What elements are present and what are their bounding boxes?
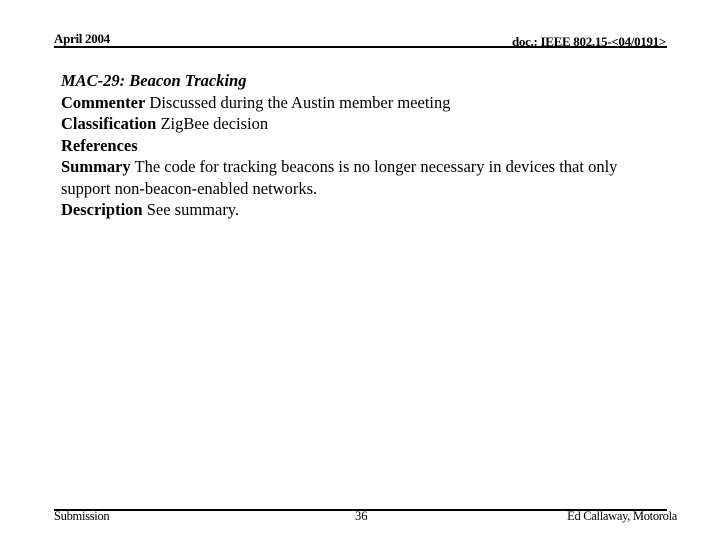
field-label: Summary (61, 157, 131, 176)
slide-body: MAC-29: Beacon Tracking Commenter Discus… (61, 70, 681, 221)
slide-title: MAC-29: Beacon Tracking (61, 71, 247, 90)
field-value: See summary. (142, 200, 240, 219)
field-classification: Classification ZigBee decision (61, 113, 681, 135)
field-label: References (61, 135, 138, 155)
header-rule (54, 46, 667, 48)
header-date: April 2004 (54, 31, 110, 46)
footer-author: Ed Callaway, Motorola (567, 509, 677, 523)
field-label: Classification (61, 114, 157, 133)
field-label: Description (61, 200, 143, 219)
field-summary: Summary The code for tracking beacons is… (61, 156, 636, 199)
field-commenter: Commenter Discussed during the Austin me… (61, 92, 681, 114)
field-references: References (61, 135, 681, 157)
field-value: Discussed during the Austin member meeti… (145, 92, 451, 112)
field-value: ZigBee decision (156, 114, 269, 133)
field-description: Description See summary. (61, 199, 681, 221)
footer-submission: Submission (54, 509, 110, 523)
field-value: The code for tracking beacons is no long… (61, 157, 618, 198)
footer-page-number: 36 (355, 509, 368, 523)
field-label: Commenter (61, 92, 146, 112)
